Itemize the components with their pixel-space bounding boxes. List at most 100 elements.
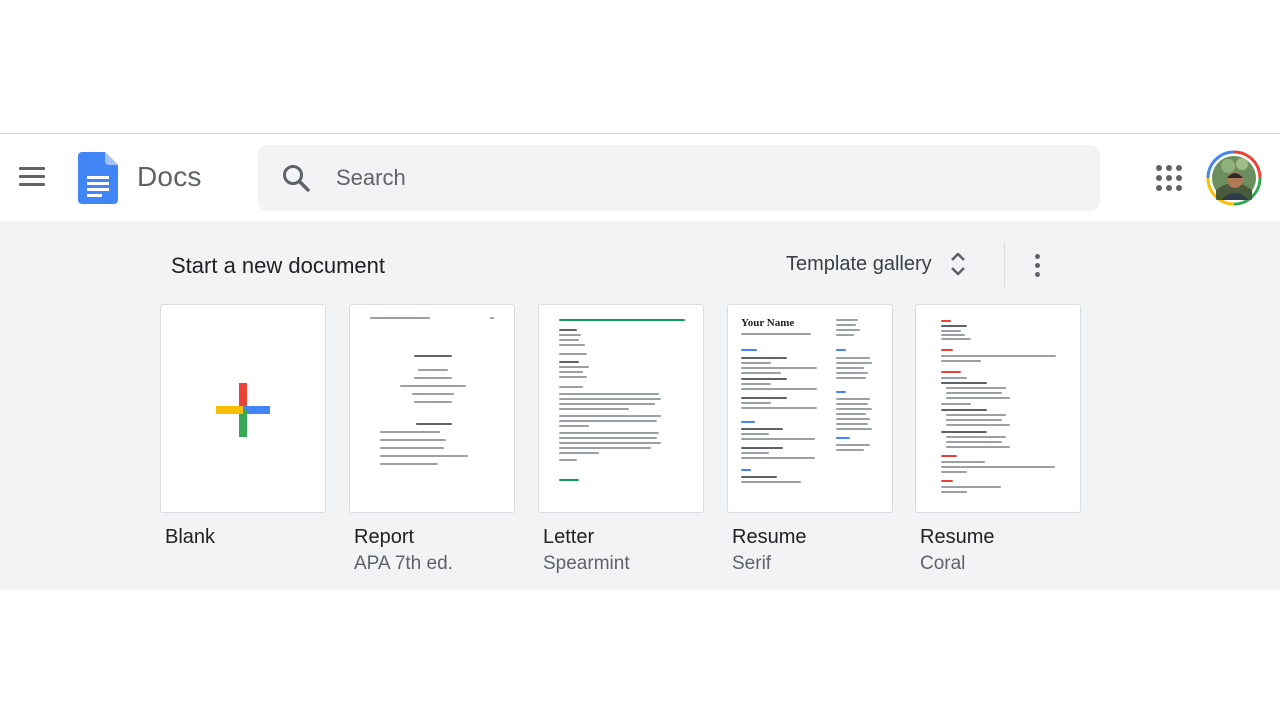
text-line-placeholder <box>559 459 577 461</box>
letter-preview <box>539 305 703 512</box>
text-line-placeholder <box>836 408 872 410</box>
text-line-placeholder <box>946 441 1002 443</box>
text-line-placeholder <box>836 449 864 451</box>
text-line-placeholder <box>559 420 657 422</box>
docs-logo-icon[interactable] <box>78 152 118 204</box>
text-line-placeholder <box>559 361 579 363</box>
menu-line <box>19 174 45 178</box>
text-line-placeholder <box>741 407 817 409</box>
text-line-placeholder <box>941 320 951 322</box>
template-card-resume-serif[interactable]: Your Name Resume Serif <box>727 304 893 574</box>
text-line-placeholder <box>741 397 787 399</box>
text-line-placeholder <box>836 367 864 369</box>
more-dot <box>1034 271 1040 277</box>
text-line-placeholder <box>946 387 1006 389</box>
text-line-placeholder <box>741 457 815 459</box>
text-line-placeholder <box>836 377 866 379</box>
text-line-placeholder <box>559 408 629 410</box>
text-line-placeholder <box>836 319 858 321</box>
text-line-placeholder <box>380 447 444 449</box>
template-thumbnail[interactable] <box>915 304 1081 513</box>
search-input[interactable] <box>336 145 1076 211</box>
template-card-letter[interactable]: Letter Spearmint <box>538 304 704 574</box>
template-thumbnail[interactable] <box>349 304 515 513</box>
apps-dot <box>1156 185 1162 191</box>
section-title: Start a new document <box>171 253 386 278</box>
text-line-placeholder <box>741 452 769 454</box>
text-line-placeholder <box>559 339 579 341</box>
text-line-placeholder <box>741 469 751 471</box>
text-line-placeholder <box>741 438 815 440</box>
apps-dot <box>1166 165 1172 171</box>
template-gallery-button[interactable]: Template gallery <box>780 243 974 285</box>
menu-line <box>19 166 45 170</box>
text-line-placeholder <box>416 423 452 425</box>
account-avatar[interactable] <box>1206 150 1262 206</box>
text-line-placeholder <box>741 349 757 351</box>
apps-dot <box>1176 175 1182 181</box>
more-dot <box>1034 253 1040 259</box>
text-line-placeholder <box>836 413 866 415</box>
text-line-placeholder <box>941 360 981 362</box>
text-line-placeholder <box>741 421 755 423</box>
text-line-placeholder <box>380 455 468 457</box>
text-line-placeholder <box>941 371 961 373</box>
text-line-placeholder <box>559 393 659 395</box>
text-line-placeholder <box>400 385 466 387</box>
template-card-report[interactable]: Report APA 7th ed. <box>349 304 515 574</box>
more-options-button[interactable] <box>1022 245 1052 285</box>
text-line-placeholder <box>941 409 987 411</box>
text-line-placeholder <box>412 393 454 395</box>
template-section: Start a new document Template gallery Bl… <box>0 221 1280 590</box>
text-line-placeholder <box>946 446 1010 448</box>
text-line-placeholder <box>559 442 661 444</box>
google-apps-button[interactable] <box>1152 161 1186 195</box>
text-line-placeholder <box>741 481 801 483</box>
template-subtitle: APA 7th ed. <box>354 553 453 574</box>
text-line-placeholder <box>836 362 872 364</box>
text-line-placeholder <box>741 402 771 404</box>
text-line-placeholder <box>490 317 494 319</box>
text-line-placeholder <box>418 369 448 371</box>
search-icon[interactable] <box>280 162 312 194</box>
text-line-placeholder <box>741 383 771 385</box>
text-line-placeholder <box>741 447 783 449</box>
apps-dot <box>1176 185 1182 191</box>
text-line-placeholder <box>559 319 685 321</box>
template-card-resume-coral[interactable]: Resume Coral <box>915 304 1081 574</box>
template-thumbnail[interactable] <box>160 304 326 513</box>
text-line-placeholder <box>741 433 769 435</box>
text-line-placeholder <box>946 392 1002 394</box>
search-bar[interactable] <box>258 145 1100 211</box>
text-line-placeholder <box>946 424 1010 426</box>
text-line-placeholder <box>941 382 987 384</box>
app-name[interactable]: Docs <box>137 161 202 193</box>
text-line-placeholder <box>380 439 446 441</box>
text-line-placeholder <box>941 349 953 351</box>
text-line-placeholder <box>559 334 581 336</box>
text-line-placeholder <box>941 491 967 493</box>
text-line-placeholder <box>741 357 787 359</box>
text-line-placeholder <box>559 376 587 378</box>
text-line-placeholder <box>941 486 1001 488</box>
text-line-placeholder <box>741 476 777 478</box>
plus-icon <box>216 383 270 437</box>
text-line-placeholder <box>559 371 583 373</box>
resume-serif-preview: Your Name <box>728 305 892 512</box>
text-line-placeholder <box>836 423 868 425</box>
text-line-placeholder <box>741 367 817 369</box>
unfold-more-icon <box>950 252 965 276</box>
template-thumbnail[interactable] <box>538 304 704 513</box>
template-card-blank[interactable]: Blank <box>160 304 326 548</box>
main-menu-button[interactable] <box>12 156 52 196</box>
text-line-placeholder <box>414 355 452 357</box>
more-dot <box>1034 262 1040 268</box>
apps-dot <box>1176 165 1182 171</box>
text-line-placeholder <box>559 329 577 331</box>
template-thumbnail[interactable]: Your Name <box>727 304 893 513</box>
text-line-placeholder <box>559 479 579 481</box>
text-line-placeholder <box>836 398 870 400</box>
docs-home-page: Docs Start a new <box>0 0 1280 720</box>
text-line-placeholder <box>941 330 961 332</box>
text-line-placeholder <box>946 397 1010 399</box>
